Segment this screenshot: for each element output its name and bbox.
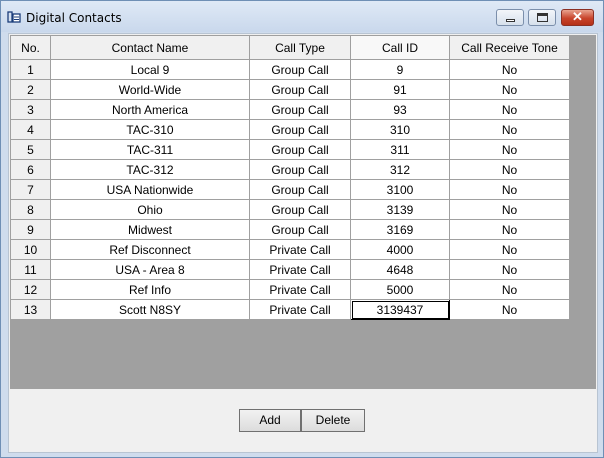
minimize-button[interactable] <box>496 9 524 26</box>
window-title: Digital Contacts <box>26 11 122 25</box>
cell-call-type[interactable]: Group Call <box>249 179 351 200</box>
column-header-contact-name[interactable]: Contact Name <box>50 35 250 60</box>
cell-call-receive-tone[interactable]: No <box>449 279 570 300</box>
cell-call-receive-tone[interactable]: No <box>449 199 570 220</box>
table-row[interactable]: 3 North America Group Call 93 No <box>10 99 570 120</box>
table-row[interactable]: 12 Ref Info Private Call 5000 No <box>10 279 570 300</box>
cell-call-receive-tone[interactable]: No <box>449 159 570 180</box>
contacts-grid-area: No. Contact Name Call Type Call ID Call … <box>10 35 596 389</box>
cell-no: 10 <box>10 239 51 260</box>
cell-contact-name[interactable]: USA Nationwide <box>50 179 250 200</box>
table-row[interactable]: 9 Midwest Group Call 3169 No <box>10 219 570 240</box>
column-header-call-receive-tone[interactable]: Call Receive Tone <box>449 35 570 60</box>
cell-call-id[interactable]: 3139 <box>350 199 450 220</box>
cell-call-receive-tone[interactable]: No <box>449 79 570 100</box>
cell-call-type[interactable]: Group Call <box>249 159 351 180</box>
title-bar[interactable]: Digital Contacts ✕ <box>1 1 603 32</box>
cell-call-id[interactable]: 312 <box>350 159 450 180</box>
cell-call-id[interactable]: 311 <box>350 139 450 160</box>
cell-no: 12 <box>10 279 51 300</box>
cell-contact-name[interactable]: North America <box>50 99 250 120</box>
cell-call-type[interactable]: Group Call <box>249 139 351 160</box>
table-row[interactable]: 7 USA Nationwide Group Call 3100 No <box>10 179 570 200</box>
cell-call-id[interactable]: 91 <box>350 79 450 100</box>
cell-call-receive-tone[interactable]: No <box>449 139 570 160</box>
cell-no: 1 <box>10 59 51 80</box>
cell-no: 7 <box>10 179 51 200</box>
cell-contact-name[interactable]: TAC-312 <box>50 159 250 180</box>
cell-call-receive-tone[interactable]: No <box>449 299 570 320</box>
table-row[interactable]: 4 TAC-310 Group Call 310 No <box>10 119 570 140</box>
cell-no: 6 <box>10 159 51 180</box>
cell-contact-name[interactable]: Scott N8SY <box>50 299 250 320</box>
cell-no: 13 <box>10 299 51 320</box>
add-button[interactable]: Add <box>239 409 301 432</box>
digital-contacts-window: Digital Contacts ✕ No. Contact Name Call… <box>0 0 604 458</box>
cell-contact-name[interactable]: Ref Disconnect <box>50 239 250 260</box>
cell-no: 11 <box>10 259 51 280</box>
table-row[interactable]: 10 Ref Disconnect Private Call 4000 No <box>10 239 570 260</box>
table-row[interactable]: 1 Local 9 Group Call 9 No <box>10 59 570 80</box>
cell-call-type[interactable]: Private Call <box>249 279 351 300</box>
cell-no: 8 <box>10 199 51 220</box>
cell-call-id[interactable]: 4648 <box>350 259 450 280</box>
cell-contact-name[interactable]: TAC-310 <box>50 119 250 140</box>
table-row[interactable]: 11 USA - Area 8 Private Call 4648 No <box>10 259 570 280</box>
cell-no: 5 <box>10 139 51 160</box>
cell-call-id[interactable]: 3139437 <box>350 299 450 320</box>
column-header-call-type[interactable]: Call Type <box>249 35 351 60</box>
cell-call-receive-tone[interactable]: No <box>449 219 570 240</box>
close-icon: ✕ <box>572 9 583 24</box>
cell-call-type[interactable]: Group Call <box>249 59 351 80</box>
cell-call-id[interactable]: 5000 <box>350 279 450 300</box>
delete-button[interactable]: Delete <box>301 409 365 432</box>
cell-call-id[interactable]: 3169 <box>350 219 450 240</box>
cell-call-type[interactable]: Group Call <box>249 99 351 120</box>
contacts-app-icon <box>7 11 21 23</box>
cell-contact-name[interactable]: Midwest <box>50 219 250 240</box>
client-area: No. Contact Name Call Type Call ID Call … <box>8 33 598 453</box>
cell-call-receive-tone[interactable]: No <box>449 99 570 120</box>
cell-call-type[interactable]: Private Call <box>249 259 351 280</box>
cell-call-id[interactable]: 310 <box>350 119 450 140</box>
cell-call-type[interactable]: Group Call <box>249 199 351 220</box>
cell-no: 9 <box>10 219 51 240</box>
header-row: No. Contact Name Call Type Call ID Call … <box>10 35 570 60</box>
cell-call-type[interactable]: Group Call <box>249 79 351 100</box>
cell-contact-name[interactable]: TAC-311 <box>50 139 250 160</box>
cell-contact-name[interactable]: Local 9 <box>50 59 250 80</box>
table-row[interactable]: 8 Ohio Group Call 3139 No <box>10 199 570 220</box>
column-header-call-id[interactable]: Call ID <box>350 35 450 60</box>
cell-call-id[interactable]: 9 <box>350 59 450 80</box>
column-header-no[interactable]: No. <box>10 35 51 60</box>
cell-contact-name[interactable]: Ref Info <box>50 279 250 300</box>
cell-call-receive-tone[interactable]: No <box>449 239 570 260</box>
cell-call-id[interactable]: 3100 <box>350 179 450 200</box>
cell-contact-name[interactable]: USA - Area 8 <box>50 259 250 280</box>
cell-contact-name[interactable]: World-Wide <box>50 79 250 100</box>
maximize-button[interactable] <box>528 9 556 26</box>
cell-call-type[interactable]: Private Call <box>249 239 351 260</box>
cell-no: 4 <box>10 119 51 140</box>
cell-call-receive-tone[interactable]: No <box>449 179 570 200</box>
cell-call-type[interactable]: Group Call <box>249 219 351 240</box>
table-row[interactable]: 2 World-Wide Group Call 91 No <box>10 79 570 100</box>
cell-contact-name[interactable]: Ohio <box>50 199 250 220</box>
cell-call-id[interactable]: 93 <box>350 99 450 120</box>
cell-call-type[interactable]: Private Call <box>249 299 351 320</box>
cell-call-type[interactable]: Group Call <box>249 119 351 140</box>
cell-call-id[interactable]: 4000 <box>350 239 450 260</box>
contacts-grid-body: 1 Local 9 Group Call 9 No 2 World-Wide Group Ca… <box>10 59 570 320</box>
cell-call-receive-tone[interactable]: No <box>449 59 570 80</box>
table-row[interactable]: 5 TAC-311 Group Call 311 No <box>10 139 570 160</box>
cell-no: 3 <box>10 99 51 120</box>
cell-no: 2 <box>10 79 51 100</box>
cell-call-receive-tone[interactable]: No <box>449 259 570 280</box>
cell-call-receive-tone[interactable]: No <box>449 119 570 140</box>
table-row[interactable]: 13 Scott N8SY Private Call 3139437 No <box>10 299 570 320</box>
table-row[interactable]: 6 TAC-312 Group Call 312 No <box>10 159 570 180</box>
contacts-grid: No. Contact Name Call Type Call ID Call … <box>10 35 570 320</box>
close-button[interactable]: ✕ <box>561 9 594 26</box>
